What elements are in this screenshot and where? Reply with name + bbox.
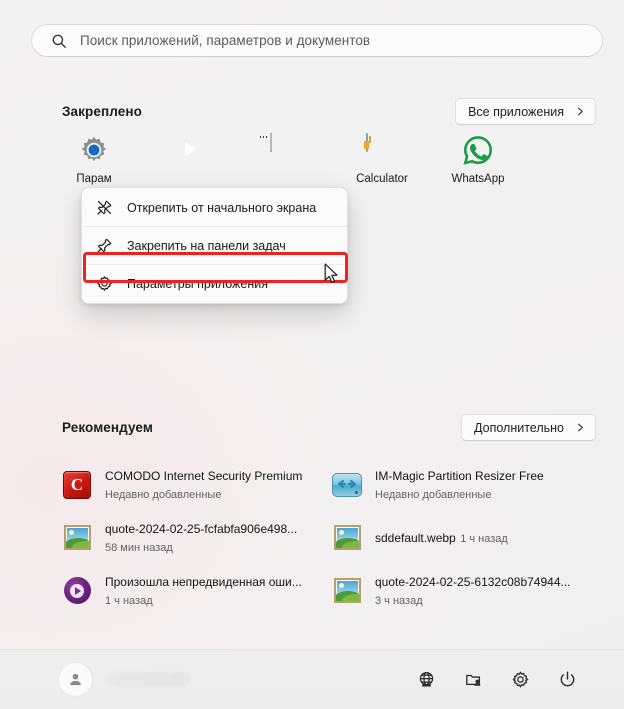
- menu-item-app-settings[interactable]: Параметры приложения: [82, 268, 347, 299]
- pinned-apps-grid: Парам C:\_ Calcul: [46, 133, 586, 185]
- system-buttons: [415, 669, 578, 691]
- gear-icon: [96, 275, 113, 292]
- avatar: [58, 662, 93, 697]
- list-item[interactable]: quote-2024-02-25-6132c08b74944... 3 ч на…: [328, 564, 598, 617]
- start-menu: Поиск приложений, параметров и документо…: [0, 0, 624, 709]
- unpin-icon: [96, 199, 113, 216]
- user-account-button[interactable]: [58, 662, 190, 697]
- pin-icon: [96, 237, 113, 254]
- list-item-title: quote-2024-02-25-fcfabfa906e498...: [105, 521, 298, 536]
- more-label: Дополнительно: [474, 420, 564, 435]
- settings-gear-icon[interactable]: [509, 669, 531, 691]
- app-tile-whatsapp[interactable]: WhatsApp: [430, 134, 526, 185]
- app-tile-media-player[interactable]: [142, 134, 238, 185]
- recommended-title: Рекомендуем: [62, 420, 153, 435]
- context-menu: Открепить от начального экрана Закрепить…: [81, 187, 348, 304]
- search-placeholder: Поиск приложений, параметров и документо…: [80, 33, 371, 48]
- app-tile-terminal[interactable]: C:\_: [238, 133, 334, 185]
- recommended-header: Рекомендуем Дополнительно: [62, 414, 596, 441]
- menu-item-label: Открепить от начального экрана: [127, 200, 317, 215]
- list-item-meta: Недавно добавленные: [375, 488, 492, 501]
- power-icon[interactable]: [556, 669, 578, 691]
- search-input[interactable]: Поиск приложений, параметров и документо…: [31, 24, 603, 57]
- list-item-title: sddefault.webp: [375, 530, 456, 545]
- search-icon: [51, 33, 67, 49]
- menu-item-unpin-from-start[interactable]: Открепить от начального экрана: [82, 192, 347, 223]
- app-label-calculator: Calculator: [356, 173, 408, 185]
- list-item-meta: 58 мин назад: [105, 541, 173, 554]
- list-item-meta: 3 ч назад: [375, 594, 423, 607]
- video-file-icon: [62, 576, 92, 606]
- media-player-icon: [174, 134, 206, 166]
- terminal-icon: C:\_: [260, 133, 302, 166]
- user-name: [106, 672, 190, 687]
- pinned-title: Закреплено: [62, 104, 142, 119]
- list-item[interactable]: IM-Magic Partition Resizer Free Недавно …: [328, 458, 598, 511]
- list-item-meta: 1 ч назад: [460, 532, 508, 545]
- list-item[interactable]: Произошла непредвиденная оши... 1 ч наза…: [58, 564, 328, 617]
- more-button[interactable]: Дополнительно: [461, 414, 596, 441]
- image-file-icon: [62, 523, 92, 553]
- all-apps-button[interactable]: Все приложения: [455, 98, 596, 125]
- image-file-icon: [332, 576, 362, 606]
- search-row: Поиск приложений, параметров и документо…: [31, 24, 603, 57]
- menu-separator: [82, 226, 347, 227]
- list-item-title: COMODO Internet Security Premium: [105, 468, 303, 483]
- pinned-header: Закреплено Все приложения: [62, 98, 596, 125]
- menu-item-label: Параметры приложения: [127, 276, 269, 291]
- menu-separator: [82, 264, 347, 265]
- list-item-meta: 1 ч назад: [105, 594, 153, 607]
- settings-gear-icon: [78, 134, 110, 166]
- whatsapp-icon: [462, 134, 494, 166]
- recommended-grid: C COMODO Internet Security Premium Недав…: [58, 458, 598, 617]
- documents-folder-icon[interactable]: [462, 669, 484, 691]
- list-item-title: quote-2024-02-25-6132c08b74944...: [375, 574, 571, 589]
- list-item-meta: Недавно добавленные: [105, 488, 222, 501]
- network-globe-icon[interactable]: [415, 669, 437, 691]
- list-item[interactable]: sddefault.webp 1 ч назад: [328, 511, 598, 564]
- comodo-icon: C: [62, 470, 92, 500]
- imagic-icon: [332, 470, 362, 500]
- list-item[interactable]: quote-2024-02-25-fcfabfa906e498... 58 ми…: [58, 511, 328, 564]
- all-apps-label: Все приложения: [468, 104, 564, 119]
- app-tile-calculator[interactable]: Calculator: [334, 133, 430, 185]
- menu-item-pin-to-taskbar[interactable]: Закрепить на панели задач: [82, 230, 347, 261]
- app-label-whatsapp: WhatsApp: [451, 173, 505, 185]
- app-label-settings: Парам: [76, 173, 112, 185]
- chevron-right-icon: [578, 423, 583, 432]
- list-item-title: IM-Magic Partition Resizer Free: [375, 468, 544, 483]
- list-item[interactable]: C COMODO Internet Security Premium Недав…: [58, 458, 328, 511]
- image-file-icon: [332, 523, 362, 553]
- menu-item-label: Закрепить на панели задач: [127, 238, 286, 253]
- chevron-right-icon: [578, 107, 583, 116]
- app-tile-settings[interactable]: Парам: [46, 134, 142, 185]
- calculator-icon: [364, 133, 398, 166]
- bottom-bar: [0, 649, 624, 709]
- list-item-title: Произошла непредвиденная оши...: [105, 574, 302, 589]
